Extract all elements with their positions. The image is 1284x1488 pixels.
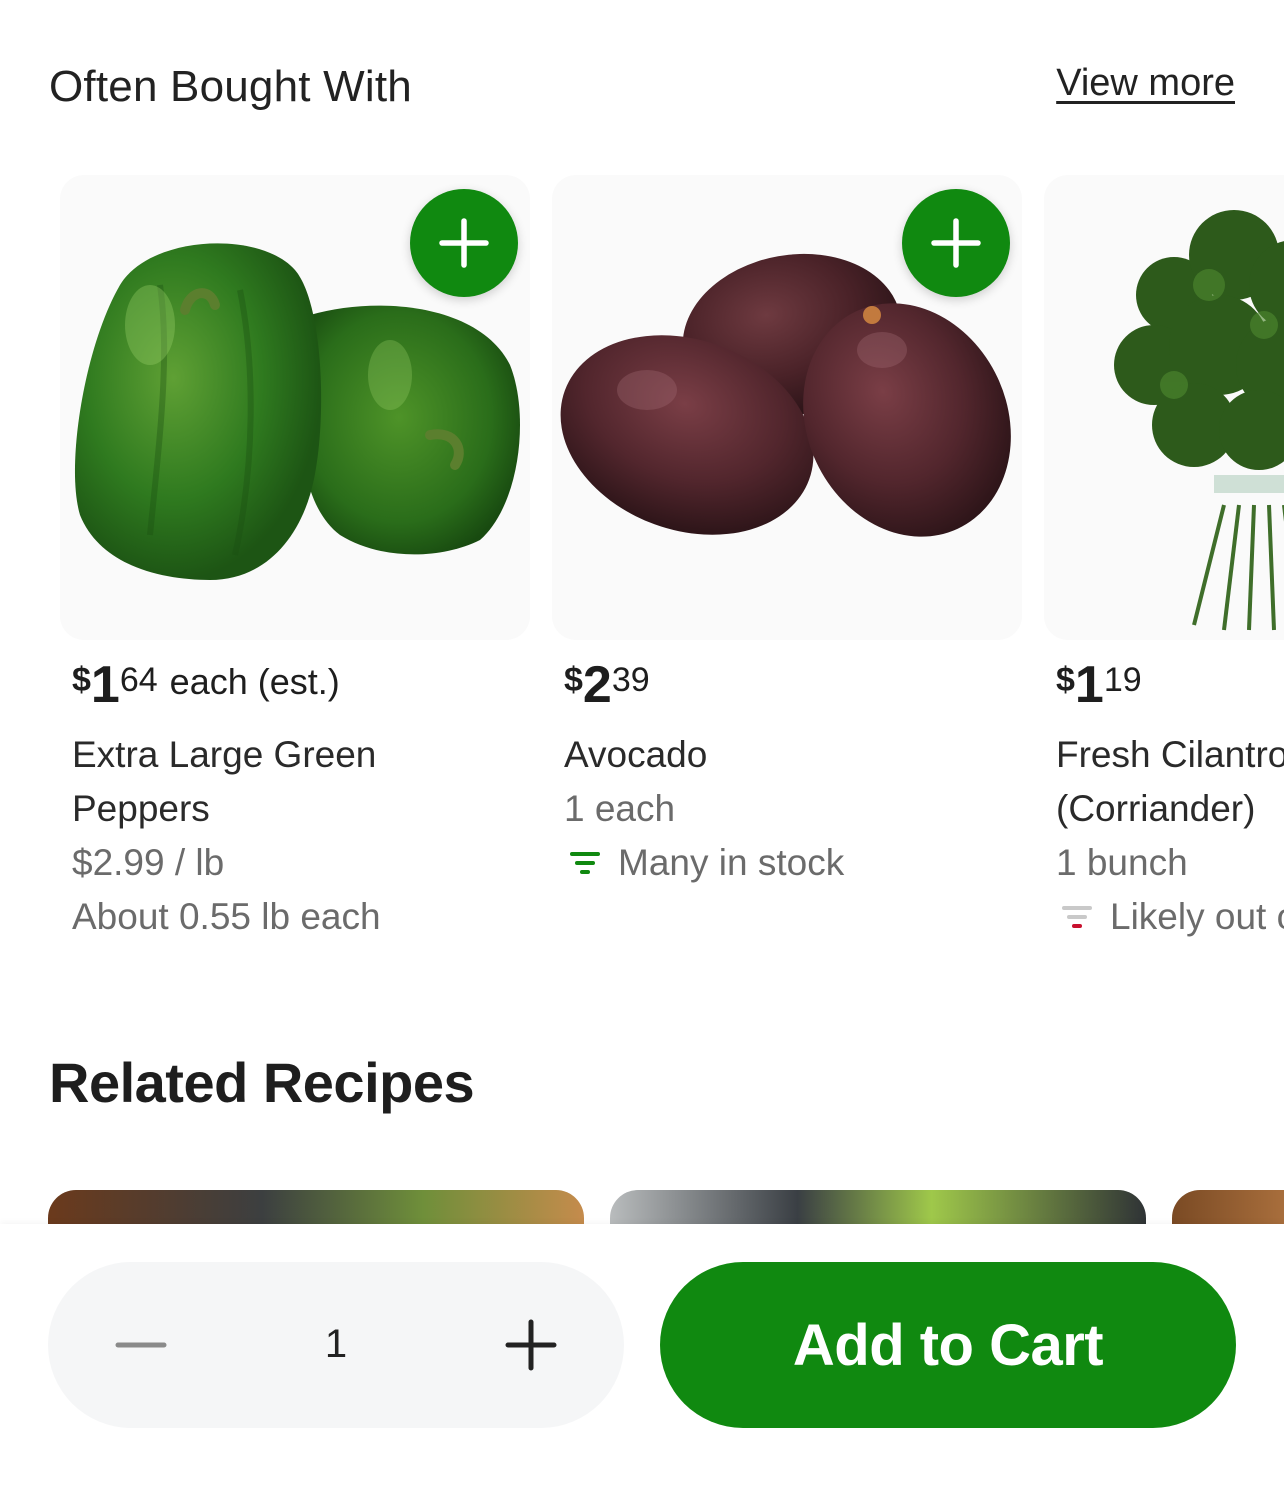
in-stock-icon — [570, 852, 600, 874]
decrease-quantity-button[interactable] — [98, 1302, 184, 1388]
product-image[interactable] — [1044, 175, 1284, 640]
plus-icon — [931, 218, 981, 268]
product-image[interactable] — [60, 175, 530, 640]
price-dollars: 1 — [90, 656, 120, 714]
price-suffix: each (est.) — [169, 661, 340, 702]
product-name[interactable]: Avocado — [564, 728, 1004, 782]
stock-status: Many in stock — [564, 836, 844, 890]
out-of-stock-icon — [1062, 906, 1092, 928]
quantity-value: 1 — [324, 1322, 348, 1366]
product-card[interactable]: $ 2 39 Avocado 1 each Many in stock — [552, 175, 1022, 965]
price-currency: $ — [72, 661, 91, 699]
stock-label: Likely out of stock — [1110, 896, 1284, 937]
price-currency: $ — [1056, 661, 1075, 699]
stock-label: Many in stock — [618, 842, 845, 883]
unit-price: $2.99 / lb — [72, 842, 225, 883]
price-dollars: 2 — [582, 656, 612, 714]
price-cents: 39 — [611, 661, 650, 699]
price-cents: 64 — [119, 661, 158, 699]
add-to-cart-button[interactable]: Add to Cart — [660, 1262, 1236, 1428]
add-to-cart-plus-button[interactable] — [410, 189, 518, 297]
product-card[interactable]: $ 1 64 each (est.) Extra Large Green Pep… — [60, 175, 530, 965]
cilantro-image — [1114, 210, 1284, 631]
minus-icon — [115, 1342, 167, 1348]
product-quantity: 1 bunch — [1056, 842, 1188, 883]
section-title: Often Bought With — [49, 62, 412, 111]
product-carousel[interactable]: $ 1 64 each (est.) Extra Large Green Pep… — [0, 175, 1284, 965]
weight-estimate: About 0.55 lb each — [72, 896, 381, 937]
product-price: $ 2 39 — [564, 657, 650, 717]
often-bought-header: Often Bought With View more — [49, 62, 1235, 118]
product-card[interactable]: $ 1 19 Fresh Cilantro (Corriander) 1 bun… — [1044, 175, 1284, 965]
related-recipes-title: Related Recipes — [49, 1051, 475, 1114]
price-currency: $ — [564, 661, 583, 699]
plus-icon — [439, 218, 489, 268]
product-image[interactable] — [552, 175, 1022, 640]
add-to-cart-plus-button[interactable] — [902, 189, 1010, 297]
product-price: $ 1 64 each (est.) — [72, 657, 340, 717]
increase-quantity-button[interactable] — [488, 1302, 574, 1388]
product-price: $ 1 19 — [1056, 657, 1142, 717]
stock-status: Likely out of stock — [1056, 890, 1284, 944]
product-quantity: 1 each — [564, 788, 676, 829]
bottom-action-bar: 1 Add to Cart — [0, 1224, 1284, 1488]
quantity-stepper[interactable]: 1 — [48, 1262, 624, 1428]
price-cents: 19 — [1103, 661, 1142, 699]
product-name[interactable]: Fresh Cilantro (Corriander) — [1056, 728, 1284, 836]
plus-icon — [505, 1319, 557, 1371]
product-name[interactable]: Extra Large Green Peppers — [72, 728, 512, 836]
view-more-link[interactable]: View more — [1056, 62, 1235, 105]
price-dollars: 1 — [1074, 656, 1104, 714]
